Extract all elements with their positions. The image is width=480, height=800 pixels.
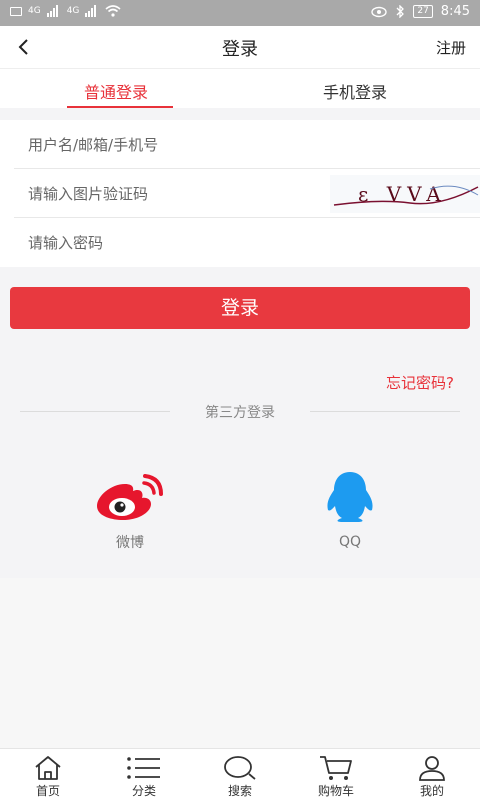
weibo-login-button[interactable]: 微博 (85, 470, 175, 552)
third-party-title: 第三方登录 (205, 405, 275, 421)
qq-icon (327, 472, 373, 522)
username-field[interactable]: 用户名/邮箱/手机号 (14, 120, 480, 169)
battery-icon: 27 (413, 5, 433, 18)
captcha-placeholder: 请输入图片验证码 (28, 185, 149, 203)
captcha-image[interactable]: ε VVA (330, 175, 480, 213)
captcha-field[interactable]: 请输入图片验证码 ε VVA (14, 169, 480, 218)
wifi-icon (105, 5, 121, 17)
status-bar: 4G 4G 27 8:45 (0, 0, 480, 26)
tab-search-label: 搜索 (227, 784, 252, 798)
login-tabs: 普通登录 手机登录 (0, 68, 480, 108)
third-party-divider: 第三方登录 (20, 402, 460, 422)
weibo-label: 微博 (116, 535, 144, 551)
bluetooth-icon (396, 5, 405, 18)
qq-label: QQ (338, 534, 362, 550)
signal-icon (46, 5, 61, 17)
login-form: 用户名/邮箱/手机号 请输入图片验证码 ε VVA 请输入密码 (0, 120, 480, 267)
nav-bar: 登录 注册 (0, 26, 480, 68)
network-type-1: 4G (28, 6, 41, 16)
content-background (0, 578, 480, 748)
password-placeholder: 请输入密码 (28, 234, 104, 252)
divider-line-right (310, 411, 460, 412)
bottom-tab-bar: 首页 分类 搜索 购物车 我的 (0, 748, 480, 800)
tab-search[interactable]: 搜索 (192, 749, 288, 800)
list-icon (127, 757, 160, 779)
user-icon (419, 756, 445, 781)
sim-icon (10, 6, 22, 16)
active-tab-indicator (67, 106, 173, 108)
cart-icon (320, 756, 352, 780)
network-type-2: 4G (66, 6, 80, 16)
page-title: 登录 (222, 39, 258, 60)
tab-home[interactable]: 首页 (0, 749, 96, 800)
status-right: 27 8:45 (371, 4, 470, 19)
register-link[interactable]: 注册 (436, 37, 466, 58)
weibo-icon (97, 474, 163, 520)
status-left: 4G 4G (10, 5, 121, 17)
tab-category[interactable]: 分类 (96, 749, 192, 800)
signal-icon-2 (85, 5, 99, 17)
tab-mine[interactable]: 我的 (384, 749, 480, 800)
tab-cart[interactable]: 购物车 (288, 749, 384, 800)
eye-icon (371, 6, 388, 17)
qq-login-button[interactable]: QQ (305, 470, 395, 550)
tab-cart-label: 购物车 (317, 784, 354, 798)
login-button[interactable]: 登录 (10, 287, 470, 329)
username-placeholder: 用户名/邮箱/手机号 (28, 136, 159, 154)
tab-home-label: 首页 (35, 784, 60, 798)
search-icon (224, 756, 256, 780)
password-field[interactable]: 请输入密码 (14, 218, 480, 267)
status-time: 8:45 (440, 4, 470, 19)
tab-normal-login[interactable]: 普通登录 (84, 79, 148, 103)
home-icon (35, 756, 61, 780)
forgot-password-link[interactable]: 忘记密码? (386, 372, 454, 393)
tab-phone-login[interactable]: 手机登录 (323, 79, 387, 103)
tab-category-label: 分类 (131, 784, 156, 798)
tab-mine-label: 我的 (419, 784, 444, 798)
